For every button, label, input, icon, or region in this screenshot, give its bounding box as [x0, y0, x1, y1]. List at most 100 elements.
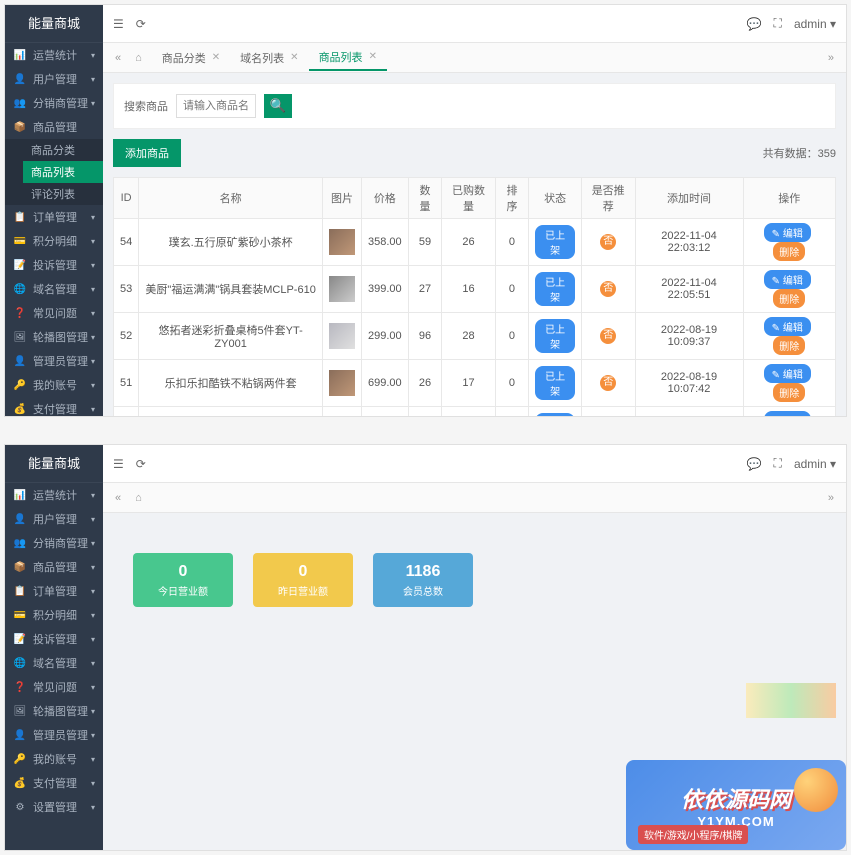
- column-header: 排序: [495, 178, 529, 219]
- chevron-down-icon: ▾: [91, 563, 95, 572]
- cell-actions: ✎ 编辑 删除: [743, 266, 836, 313]
- close-icon[interactable]: ✕: [369, 51, 377, 62]
- sidebar-item[interactable]: 👥分销商管理▾: [5, 91, 103, 115]
- sidebar-subitem[interactable]: 评论列表: [23, 183, 103, 205]
- edit-button[interactable]: ✎ 编辑: [764, 411, 811, 416]
- sidebar-item[interactable]: 💳积分明细▾: [5, 603, 103, 627]
- search-input[interactable]: [176, 94, 256, 118]
- tabs-prev-icon[interactable]: «: [111, 492, 125, 504]
- tabs-next-icon[interactable]: »: [824, 52, 838, 64]
- fullscreen-icon[interactable]: ⛶: [774, 456, 782, 471]
- sidebar-item[interactable]: 🔑我的账号▾: [5, 373, 103, 397]
- user-menu[interactable]: admin ▾: [794, 17, 836, 31]
- delete-button[interactable]: 删除: [773, 336, 805, 355]
- home-tab-icon[interactable]: ⌂: [131, 492, 146, 504]
- nav-icon: 📦: [13, 560, 27, 574]
- promo-banner[interactable]: 依依源码网 Y1YM.COM 软件/游戏/小程序/棋牌: [626, 760, 846, 850]
- status-badge[interactable]: 已上架: [535, 413, 575, 416]
- sidebar-subitem[interactable]: 商品分类: [23, 139, 103, 161]
- cell-image: [322, 407, 361, 417]
- sidebar-item[interactable]: 🖼轮播图管理▾: [5, 325, 103, 349]
- status-badge[interactable]: 已上架: [535, 319, 575, 353]
- sidebar-item[interactable]: 🖼轮播图管理▾: [5, 699, 103, 723]
- sidebar-item[interactable]: 💰 支付管理 ▾: [5, 397, 103, 416]
- sidebar-item[interactable]: 📝投诉管理▾: [5, 253, 103, 277]
- chat-icon[interactable]: 💬: [747, 457, 762, 471]
- column-header: 操作: [743, 178, 836, 219]
- close-icon[interactable]: ✕: [290, 52, 298, 63]
- delete-button[interactable]: 删除: [773, 242, 805, 261]
- chevron-down-icon: ▾: [91, 357, 95, 366]
- menu-toggle-icon[interactable]: ☰: [113, 17, 124, 31]
- close-icon[interactable]: ✕: [212, 52, 220, 63]
- refresh-icon[interactable]: ⟳: [136, 457, 146, 471]
- sidebar-item[interactable]: 👤管理员管理▾: [5, 723, 103, 747]
- edit-button[interactable]: ✎ 编辑: [764, 223, 811, 242]
- tab[interactable]: 域名列表✕: [230, 45, 308, 71]
- nav-label: 订单管理: [33, 209, 77, 225]
- edit-button[interactable]: ✎ 编辑: [764, 270, 811, 289]
- nav-icon: 📝: [13, 258, 27, 272]
- user-menu[interactable]: admin ▾: [794, 457, 836, 471]
- sidebar-item[interactable]: ❓常见问题▾: [5, 301, 103, 325]
- sidebar-item[interactable]: 👥分销商管理▾: [5, 531, 103, 555]
- sidebar-item[interactable]: 📦商品管理▾: [5, 555, 103, 579]
- stat-card[interactable]: 1186会员总数: [373, 553, 473, 607]
- nav-icon: 👤: [13, 512, 27, 526]
- edit-button[interactable]: ✎ 编辑: [764, 364, 811, 383]
- tabs-next-icon[interactable]: »: [824, 492, 838, 504]
- home-tab-icon[interactable]: ⌂: [131, 52, 146, 64]
- tabs-prev-icon[interactable]: «: [111, 52, 125, 64]
- edit-button[interactable]: ✎ 编辑: [764, 317, 811, 336]
- sidebar-subitem[interactable]: 商品列表: [23, 161, 103, 183]
- sidebar-item[interactable]: ⚙设置管理▾: [5, 795, 103, 819]
- sidebar-item[interactable]: 📋订单管理▾: [5, 579, 103, 603]
- cell-qty: 26: [408, 360, 442, 407]
- sidebar-item[interactable]: 👤用户管理▾: [5, 67, 103, 91]
- tab[interactable]: 商品列表✕: [309, 45, 387, 71]
- cell-time: 2022-08-19 10:07:42: [635, 360, 743, 407]
- refresh-icon[interactable]: ⟳: [136, 17, 146, 31]
- delete-button[interactable]: 删除: [773, 383, 805, 402]
- chevron-down-icon: ▾: [91, 683, 95, 692]
- sidebar-item[interactable]: 📋订单管理▾: [5, 205, 103, 229]
- status-badge[interactable]: 已上架: [535, 366, 575, 400]
- sidebar-item[interactable]: ❓常见问题▾: [5, 675, 103, 699]
- recommend-badge[interactable]: 否: [600, 281, 616, 297]
- sidebar-item[interactable]: 📦商品管理: [5, 115, 103, 139]
- recommend-badge[interactable]: 否: [600, 328, 616, 344]
- sidebar-item[interactable]: 📊运营统计▾: [5, 43, 103, 67]
- cell-price: 329.00: [361, 407, 408, 417]
- chat-icon[interactable]: 💬: [747, 17, 762, 31]
- table-row: 51 乐扣乐扣酷铁不粘锅两件套 699.00 26 17 0 已上架 否 202…: [114, 360, 836, 407]
- nav-label: 支付管理: [33, 401, 77, 416]
- fullscreen-icon[interactable]: ⛶: [774, 16, 782, 31]
- nav-icon: 💰: [13, 402, 27, 416]
- recommend-badge[interactable]: 否: [600, 375, 616, 391]
- recommend-badge[interactable]: 否: [600, 234, 616, 250]
- nav-icon: 🖼: [13, 704, 27, 718]
- stat-card[interactable]: 0昨日营业额: [253, 553, 353, 607]
- stat-number: 0: [299, 563, 308, 581]
- sidebar-item[interactable]: 📊运营统计▾: [5, 483, 103, 507]
- nav-icon: 🖼: [13, 330, 27, 344]
- sidebar-item[interactable]: 👤用户管理▾: [5, 507, 103, 531]
- status-badge[interactable]: 已上架: [535, 225, 575, 259]
- sidebar-item[interactable]: 🔑我的账号▾: [5, 747, 103, 771]
- sidebar-item[interactable]: 🌐域名管理▾: [5, 651, 103, 675]
- add-product-button[interactable]: 添加商品: [113, 139, 181, 167]
- sidebar-item[interactable]: 📝投诉管理▾: [5, 627, 103, 651]
- sidebar-item[interactable]: 💳积分明细▾: [5, 229, 103, 253]
- menu-toggle-icon[interactable]: ☰: [113, 457, 124, 471]
- delete-button[interactable]: 删除: [773, 289, 805, 308]
- sidebar-item[interactable]: 💰支付管理▾: [5, 771, 103, 795]
- stat-card[interactable]: 0今日营业额: [133, 553, 233, 607]
- sidebar-item[interactable]: 👤管理员管理▾: [5, 349, 103, 373]
- status-badge[interactable]: 已上架: [535, 272, 575, 306]
- tab[interactable]: 商品分类✕: [152, 45, 230, 71]
- nav-icon: 📦: [13, 120, 27, 134]
- chevron-down-icon: ▾: [91, 405, 95, 414]
- nav-label: 我的账号: [33, 377, 77, 393]
- search-button[interactable]: 🔍: [264, 94, 292, 118]
- sidebar-item[interactable]: 🌐域名管理▾: [5, 277, 103, 301]
